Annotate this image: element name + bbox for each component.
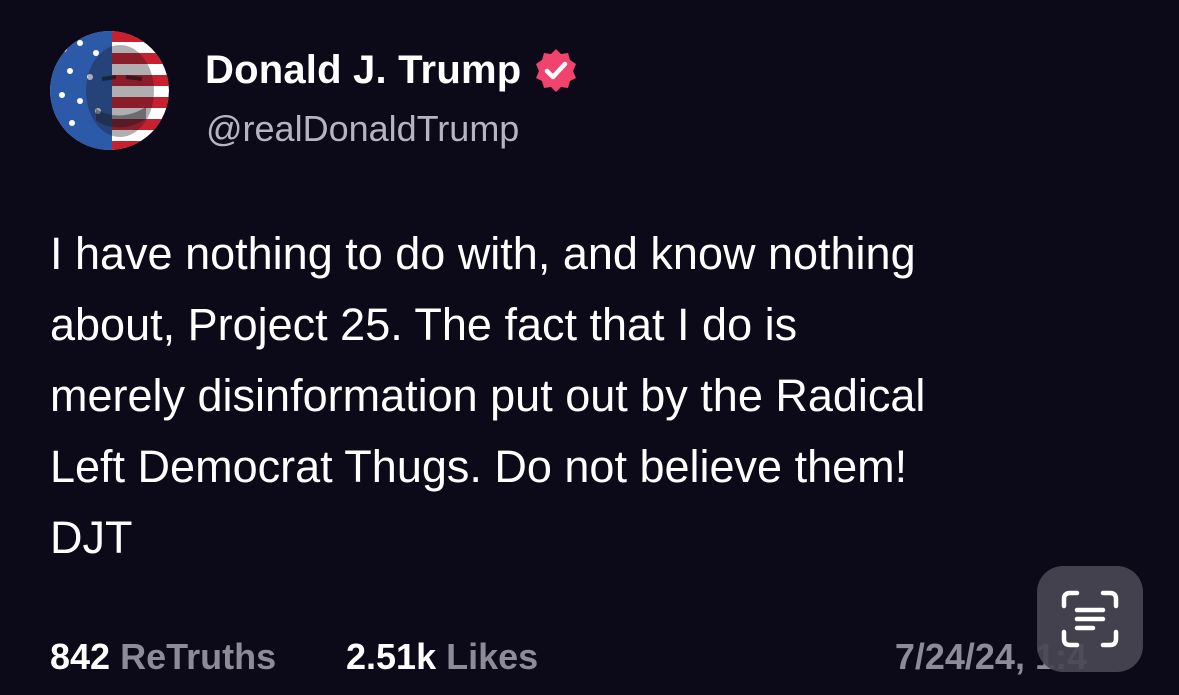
post-text-line: DJT <box>50 512 133 563</box>
likes-label: Likes <box>446 636 539 677</box>
verified-badge-icon <box>533 47 579 93</box>
flag-portrait-avatar-icon <box>50 31 169 150</box>
live-text-button[interactable] <box>1037 566 1143 672</box>
retruths-stat[interactable]: 842 ReTruths <box>50 636 276 678</box>
author-row: Donald J. Trump <box>205 44 579 96</box>
likes-count: 2.51k <box>346 636 437 677</box>
retruths-label: ReTruths <box>120 636 277 677</box>
author-handle[interactable]: @realDonaldTrump <box>206 108 519 150</box>
avatar[interactable] <box>50 31 169 150</box>
post-text: I have nothing to do with, and know noth… <box>50 218 1140 573</box>
likes-stat[interactable]: 2.51k Likes <box>346 636 538 678</box>
post-text-line: I have nothing to do with, and know noth… <box>50 228 916 279</box>
live-text-scan-icon <box>1061 590 1119 648</box>
post-text-line: Left Democrat Thugs. Do not believe them… <box>50 441 908 492</box>
truth-post: Donald J. Trump @realDonaldTrump I have … <box>0 0 1179 695</box>
display-name[interactable]: Donald J. Trump <box>205 48 521 93</box>
post-text-line: about, Project 25. The fact that I do is <box>50 299 798 350</box>
post-footer: 842 ReTruths 2.51k Likes 7/24/24, 1:4 <box>50 630 1129 680</box>
post-text-line: merely disinformation put out by the Rad… <box>50 370 926 421</box>
retruths-count: 842 <box>50 636 111 677</box>
